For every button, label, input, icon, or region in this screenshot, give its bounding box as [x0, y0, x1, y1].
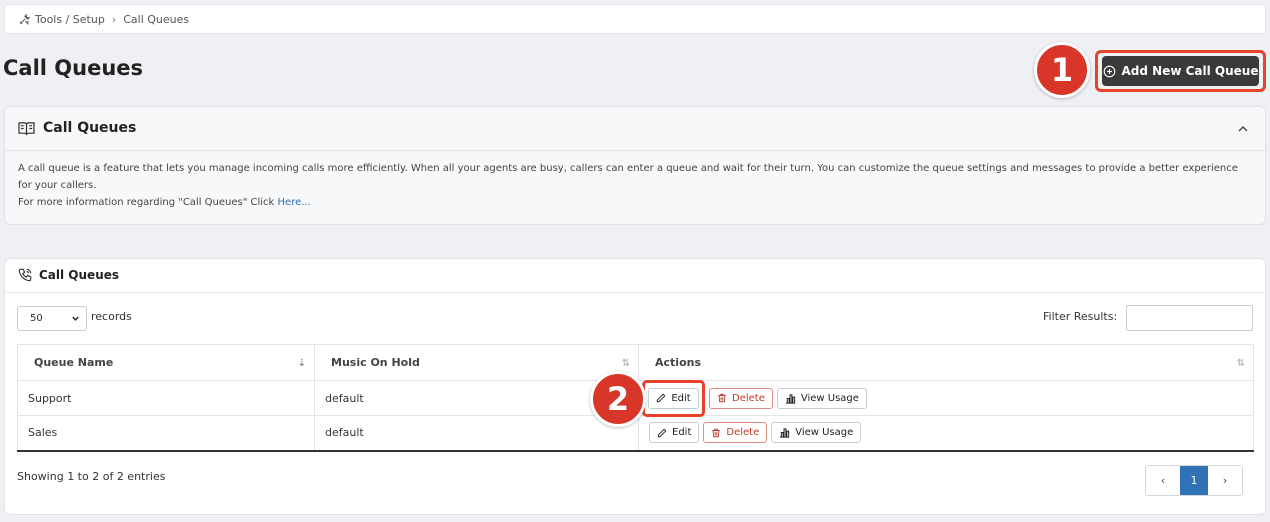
phone-icon — [18, 268, 32, 282]
add-call-queue-button[interactable]: Add New Call Queue — [1102, 56, 1259, 86]
table-card-title: Call Queues — [39, 268, 120, 282]
book-icon — [18, 121, 35, 135]
page-size-value: 50 — [30, 313, 43, 324]
row-actions: Edit Delete View Usage — [642, 379, 867, 417]
edit-button[interactable]: Edit — [648, 387, 699, 409]
queue-name-cell: Sales — [17, 415, 315, 452]
info-card-title: Call Queues — [43, 120, 137, 136]
delete-button[interactable]: Delete — [709, 387, 773, 409]
table-card-header: Call Queues — [18, 268, 119, 282]
info-card-header: Call Queues — [18, 120, 136, 136]
info-more: For more information regarding "Call Que… — [18, 194, 1253, 211]
column-header-label: Queue Name — [34, 356, 114, 369]
pagination-prev-button[interactable]: ‹ — [1146, 466, 1180, 495]
info-more-link[interactable]: Here... — [278, 197, 311, 208]
edit-button[interactable]: Edit — [649, 422, 700, 444]
add-button-highlight: Add New Call Queue — [1095, 50, 1266, 92]
delete-label: Delete — [726, 427, 760, 439]
info-card: Call Queues A call queue is a feature th… — [4, 106, 1266, 225]
sort-desc-icon: ⇣ — [297, 358, 306, 369]
edit-button-highlight: Edit — [642, 379, 705, 417]
trash-icon — [712, 428, 721, 437]
actions-cell: Edit Delete View Usage — [638, 379, 1254, 417]
breadcrumb-current: Call Queues — [123, 12, 190, 26]
queue-name-cell: Support — [17, 380, 315, 416]
column-header-label: Actions — [655, 356, 701, 369]
view-usage-label: View Usage — [800, 392, 859, 404]
pencil-icon — [657, 428, 667, 437]
breadcrumb: Tools / Setup › Call Queues — [4, 4, 1266, 34]
divider — [5, 292, 1265, 293]
filter-label: Filter Results: — [1043, 310, 1118, 323]
view-usage-button[interactable]: View Usage — [776, 387, 867, 409]
column-header-label: Music On Hold — [331, 356, 420, 369]
table-header-row: Queue Name ⇣ Music On Hold ⇅ Actions ⇅ — [17, 344, 1254, 381]
column-header-music-on-hold[interactable]: Music On Hold ⇅ — [314, 344, 639, 381]
chevron-down-icon — [72, 316, 79, 321]
filter-input[interactable] — [1126, 305, 1253, 331]
chevron-up-icon[interactable] — [1237, 123, 1249, 135]
annotation-badge-2: 2 — [590, 371, 646, 427]
trash-icon — [718, 393, 726, 403]
showing-entries: Showing 1 to 2 of 2 entries — [17, 470, 166, 483]
edit-label: Edit — [671, 392, 691, 404]
view-usage-label: View Usage — [795, 427, 854, 439]
page-title: Call Queues — [3, 56, 144, 80]
pagination-next-button[interactable]: › — [1208, 466, 1242, 495]
info-description: A call queue is a feature that lets you … — [18, 163, 1238, 191]
view-usage-button[interactable]: View Usage — [771, 422, 862, 444]
delete-label: Delete — [732, 392, 765, 404]
pagination: ‹ 1 › — [1145, 465, 1243, 496]
info-card-body: A call queue is a feature that lets you … — [18, 160, 1253, 211]
edit-label: Edit — [672, 427, 692, 439]
delete-button[interactable]: Delete — [703, 422, 768, 444]
annotation-badge-1: 1 — [1034, 42, 1090, 98]
sort-icon: ⇅ — [1236, 358, 1245, 369]
actions-cell: Edit Delete View Usage — [638, 415, 1254, 452]
page-size-select[interactable]: 50 — [17, 306, 87, 331]
chevron-right-icon: › — [111, 12, 117, 26]
info-more-text: For more information regarding "Call Que… — [18, 197, 275, 208]
divider — [5, 150, 1265, 151]
add-call-queue-label: Add New Call Queue — [1121, 64, 1259, 78]
column-header-queue-name[interactable]: Queue Name ⇣ — [17, 344, 315, 381]
column-header-actions[interactable]: Actions ⇅ — [638, 344, 1254, 381]
sort-icon: ⇅ — [621, 358, 630, 369]
music-on-hold-cell: default — [314, 415, 639, 452]
row-actions: Edit Delete View Usage — [649, 422, 862, 444]
records-label: records — [91, 310, 132, 323]
breadcrumb-parent[interactable]: Tools / Setup — [35, 13, 105, 26]
tools-icon — [19, 12, 31, 25]
plus-circle-icon — [1103, 65, 1115, 77]
bar-chart-icon — [780, 428, 790, 438]
bar-chart-icon — [785, 393, 795, 404]
pagination-page-1[interactable]: 1 — [1180, 466, 1208, 495]
pencil-icon — [657, 393, 666, 403]
